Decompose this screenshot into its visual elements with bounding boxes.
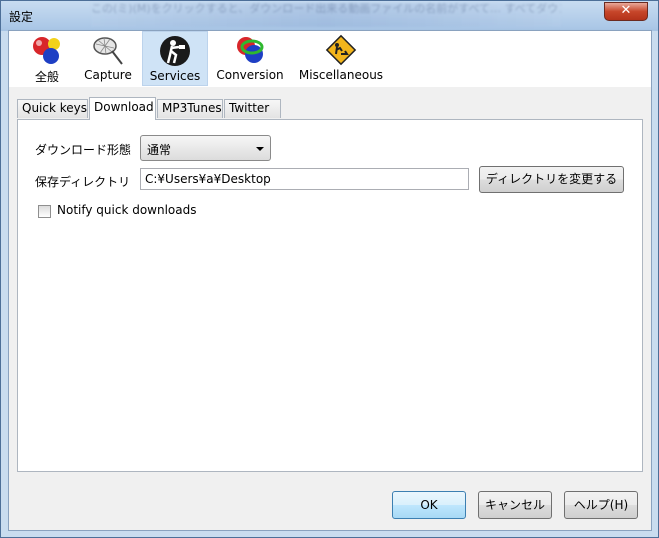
- conversion-balls-icon: [237, 37, 264, 63]
- title-bar[interactable]: 設定 この(ミ)(M)をクリックすると、ダウンロード出来る動画ファイルの名前がす…: [1, 1, 658, 29]
- download-format-select[interactable]: 通常: [140, 135, 271, 161]
- toolbar-item-general[interactable]: 全般: [21, 31, 73, 86]
- category-toolbar: 全般 Capture Services Conversion Miscellan…: [9, 31, 651, 87]
- close-button[interactable]: ✕: [604, 2, 648, 21]
- toolbar-label-miscellaneous: Miscellaneous: [298, 68, 384, 82]
- settings-window: 設定 この(ミ)(M)をクリックすると、ダウンロード出来る動画ファイルの名前がす…: [0, 0, 659, 538]
- close-icon: ✕: [620, 3, 632, 18]
- toolbar-item-services[interactable]: Services: [142, 31, 208, 86]
- tab-twitter[interactable]: Twitter: [224, 99, 281, 118]
- toolbar-label-conversion: Conversion: [216, 68, 284, 82]
- misc-warning-sign-icon: [325, 34, 357, 66]
- services-person-icon: [160, 36, 190, 66]
- toolbar-label-capture: Capture: [84, 68, 132, 82]
- ok-button[interactable]: OK: [392, 491, 466, 519]
- general-balls-icon: [33, 37, 60, 64]
- download-format-label: ダウンロード形態: [35, 143, 132, 157]
- download-format-value: 通常: [147, 143, 172, 157]
- net-capture-icon: [93, 37, 123, 65]
- tab-quick-keys[interactable]: Quick keys: [17, 99, 88, 118]
- toolbar-label-services: Services: [149, 69, 201, 83]
- window-title: 設定: [9, 10, 34, 24]
- chevron-down-icon: [256, 147, 264, 151]
- toolbar-item-capture[interactable]: Capture: [79, 31, 137, 86]
- save-directory-label: 保存ディレクトリ: [35, 175, 131, 189]
- cancel-button[interactable]: キャンセル: [478, 491, 552, 519]
- dialog-client: 全般 Capture Services Conversion Miscellan…: [8, 30, 652, 531]
- notify-quick-downloads-label: Notify quick downloads: [57, 203, 197, 217]
- notify-quick-downloads-checkbox[interactable]: [38, 205, 51, 218]
- download-tab-panel: ダウンロード形態 通常 保存ディレクトリ C:¥Users¥a¥Desktop …: [17, 119, 643, 472]
- tab-download[interactable]: Download: [89, 97, 156, 120]
- help-button[interactable]: ヘルプ(H): [564, 491, 638, 519]
- toolbar-item-conversion[interactable]: Conversion: [215, 31, 285, 86]
- toolbar-label-general: 全般: [34, 70, 59, 84]
- change-directory-button[interactable]: ディレクトリを変更する: [479, 166, 624, 193]
- save-directory-input[interactable]: C:¥Users¥a¥Desktop: [140, 168, 469, 190]
- tab-mp3tunes[interactable]: MP3Tunes: [157, 99, 223, 118]
- blurred-background-text: この(ミ)(M)をクリックすると、ダウンロード出来る動画ファイルの名前がすべて……: [91, 3, 561, 27]
- toolbar-item-miscellaneous[interactable]: Miscellaneous: [298, 31, 384, 86]
